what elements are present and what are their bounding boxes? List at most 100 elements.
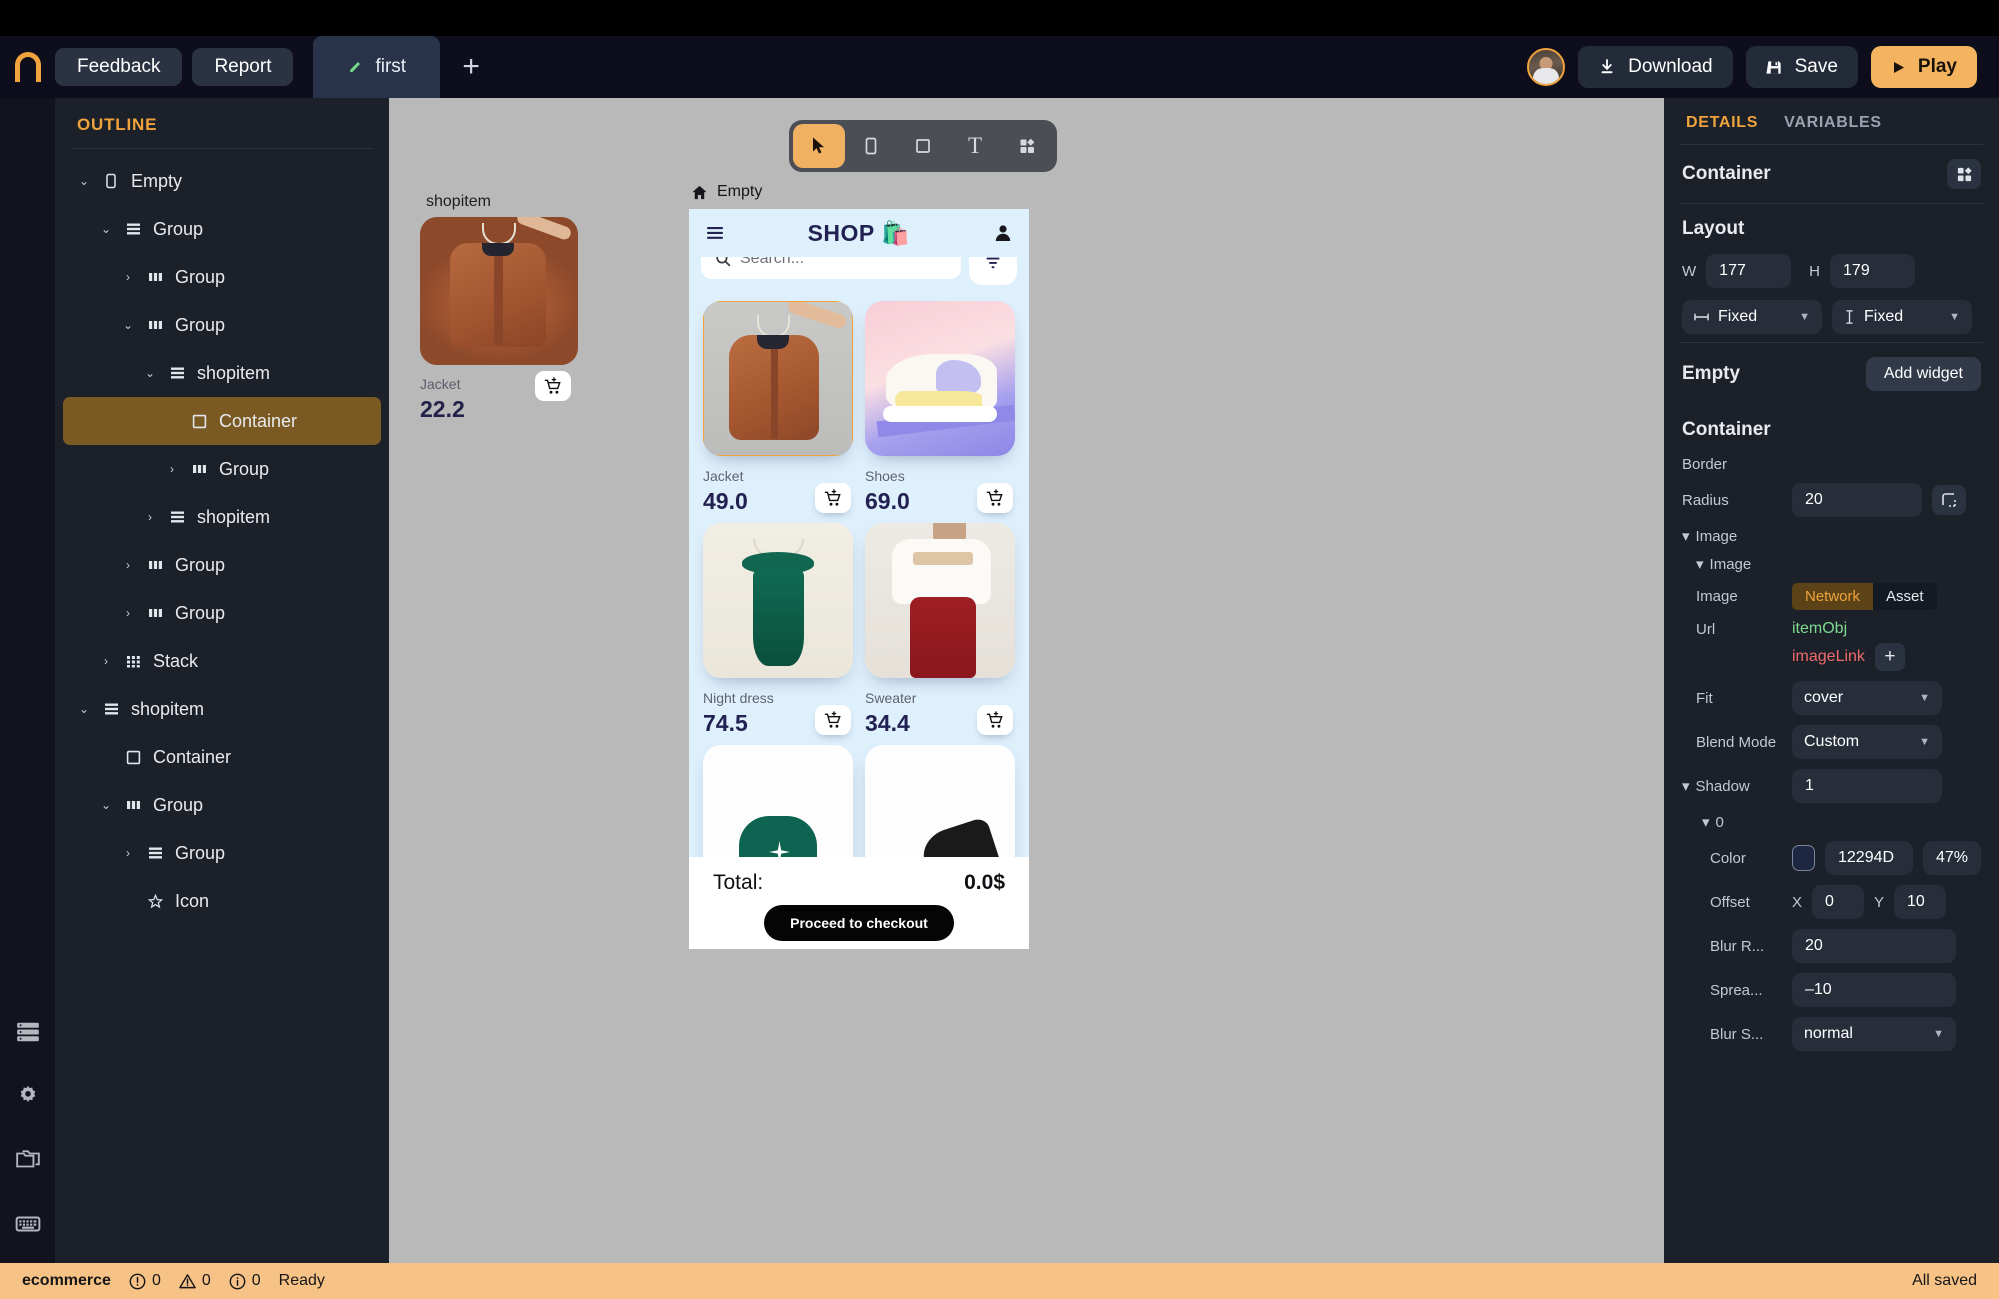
product-image[interactable] (703, 301, 853, 456)
offset-y-input[interactable] (1894, 885, 1947, 919)
image-source-segmented[interactable]: Network Asset (1792, 583, 1937, 610)
chevron-right-icon[interactable]: › (137, 510, 163, 524)
spread-input[interactable] (1792, 973, 1956, 1007)
radius-input[interactable] (1792, 483, 1922, 517)
image-sub-toggle[interactable]: ▾ Image (1696, 555, 1751, 574)
image-group-toggle[interactable]: ▾ Image (1682, 527, 1737, 546)
add-to-cart-icon[interactable] (815, 705, 851, 735)
width-mode-select[interactable]: Fixed ▼ (1682, 300, 1822, 334)
image-sub-row[interactable]: ▾ Image (1664, 550, 1999, 578)
fit-select[interactable]: cover ▼ (1792, 681, 1942, 715)
download-button[interactable]: Download (1578, 46, 1733, 88)
source-asset-option[interactable]: Asset (1873, 583, 1937, 610)
add-widget-button[interactable]: Add widget (1865, 357, 1981, 391)
add-variable-button[interactable]: + (1874, 643, 1905, 671)
add-to-cart-icon[interactable] (535, 371, 571, 401)
product-image[interactable] (703, 523, 853, 678)
product-card[interactable]: Jacket 49.0 (703, 301, 853, 515)
chevron-down-icon[interactable]: ⌄ (71, 702, 97, 716)
product-image[interactable] (865, 523, 1015, 678)
select-tool[interactable] (793, 124, 845, 168)
outline-item-container-12[interactable]: Container (63, 733, 381, 781)
play-button[interactable]: Play (1870, 46, 1977, 88)
blend-mode-select[interactable]: Custom ▼ (1792, 725, 1942, 759)
folder-icon[interactable] (15, 1147, 41, 1173)
color-swatch[interactable] (1792, 845, 1815, 871)
chevron-down-icon[interactable]: ⌄ (115, 318, 141, 332)
height-mode-select[interactable]: Fixed ▼ (1832, 300, 1972, 334)
warning-count[interactable]: 0 (179, 1272, 211, 1290)
chevron-right-icon[interactable]: › (115, 606, 141, 620)
info-count[interactable]: 0 (229, 1272, 261, 1290)
outline-item-group-14[interactable]: › Group (63, 829, 381, 877)
product-card[interactable]: Shoes 69.0 (865, 301, 1015, 515)
url-variable-itemobj[interactable]: itemObj (1792, 620, 1847, 638)
outline-tree[interactable]: ⌄ Empty ⌄ Group › Group ⌄ Group ⌄ shopitem Contain… (55, 157, 389, 925)
add-to-cart-icon[interactable] (977, 483, 1013, 513)
outline-item-group-6[interactable]: › Group (63, 445, 381, 493)
outline-item-stack-10[interactable]: › Stack (63, 637, 381, 685)
outline-item-shopitem-7[interactable]: › shopitem (63, 493, 381, 541)
keyboard-icon[interactable] (15, 1211, 41, 1237)
container-tool[interactable] (897, 124, 949, 168)
chevron-right-icon[interactable]: › (115, 846, 141, 860)
save-button[interactable]: Save (1745, 46, 1858, 88)
person-icon[interactable] (993, 223, 1013, 243)
widgets-icon[interactable] (1947, 159, 1981, 189)
color-hex-input[interactable] (1825, 841, 1913, 875)
device-preview[interactable]: Empty SHOP 🛍️ Search... Jacket 49.0 Shoe… (689, 183, 1031, 949)
hamburger-icon[interactable] (705, 224, 727, 242)
app-logo[interactable] (0, 52, 55, 82)
product-image[interactable] (865, 301, 1015, 456)
product-card[interactable]: Night dress 74.5 (703, 523, 853, 737)
chevron-right-icon[interactable]: › (159, 462, 185, 476)
widget-tool[interactable] (1001, 124, 1053, 168)
color-opacity-input[interactable] (1923, 841, 1981, 875)
outline-item-shopitem-11[interactable]: ⌄ shopitem (63, 685, 381, 733)
corner-radius-icon[interactable] (1932, 485, 1966, 515)
chevron-right-icon[interactable]: › (93, 654, 119, 668)
outline-item-group-9[interactable]: › Group (63, 589, 381, 637)
text-tool[interactable]: T (949, 124, 1001, 168)
shadow-toggle[interactable]: ▾ Shadow (1682, 777, 1782, 796)
image-group-row[interactable]: ▾ Image (1664, 522, 1999, 550)
chevron-down-icon[interactable]: ⌄ (137, 366, 163, 380)
canvas[interactable]: T shopitem Jacket 22.2 Empty SHOP 🛍️ Sea… (389, 98, 1664, 1263)
outline-item-group-3[interactable]: ⌄ Group (63, 301, 381, 349)
width-input[interactable] (1706, 254, 1792, 288)
report-button[interactable]: Report (192, 48, 294, 86)
error-count[interactable]: 0 (129, 1272, 161, 1290)
shopitem-preview[interactable]: shopitem Jacket 22.2 (419, 193, 619, 423)
chevron-down-icon[interactable]: ⌄ (93, 222, 119, 236)
product-card[interactable]: Sweater 34.4 (865, 523, 1015, 737)
blur-radius-input[interactable] (1792, 929, 1956, 963)
blur-style-select[interactable]: normal ▼ (1792, 1017, 1956, 1051)
chevron-right-icon[interactable]: › (115, 270, 141, 284)
source-network-option[interactable]: Network (1792, 583, 1874, 610)
device-tool[interactable] (845, 124, 897, 168)
height-input[interactable] (1830, 254, 1916, 288)
outline-item-container-5[interactable]: Container (63, 397, 381, 445)
shadow-count-input[interactable] (1792, 769, 1942, 803)
device-screen[interactable]: SHOP 🛍️ Search... Jacket 49.0 Shoes 69.0… (689, 209, 1029, 949)
chevron-right-icon[interactable]: › (115, 558, 141, 572)
layers-icon[interactable] (15, 1019, 41, 1045)
shadow-index-toggle[interactable]: ▾ 0 (1682, 813, 1724, 832)
outline-item-group-2[interactable]: › Group (63, 253, 381, 301)
proceed-to-checkout-button[interactable]: Proceed to checkout (764, 905, 954, 941)
tab-details[interactable]: DETAILS (1686, 114, 1758, 132)
chevron-down-icon[interactable]: ⌄ (71, 174, 97, 188)
outline-item-empty-0[interactable]: ⌄ Empty (63, 157, 381, 205)
chevron-down-icon[interactable]: ⌄ (93, 798, 119, 812)
outline-item-icon-15[interactable]: Icon (63, 877, 381, 925)
add-tab-button[interactable]: + (448, 44, 494, 90)
tab-variables[interactable]: VARIABLES (1784, 114, 1882, 132)
offset-x-input[interactable] (1812, 885, 1865, 919)
outline-item-shopitem-4[interactable]: ⌄ shopitem (63, 349, 381, 397)
add-to-cart-icon[interactable] (977, 705, 1013, 735)
outline-item-group-1[interactable]: ⌄ Group (63, 205, 381, 253)
add-to-cart-icon[interactable] (815, 483, 851, 513)
shadow-index-row[interactable]: ▾ 0 (1664, 808, 1999, 836)
feedback-button[interactable]: Feedback (55, 48, 183, 86)
gear-icon[interactable] (15, 1083, 41, 1109)
